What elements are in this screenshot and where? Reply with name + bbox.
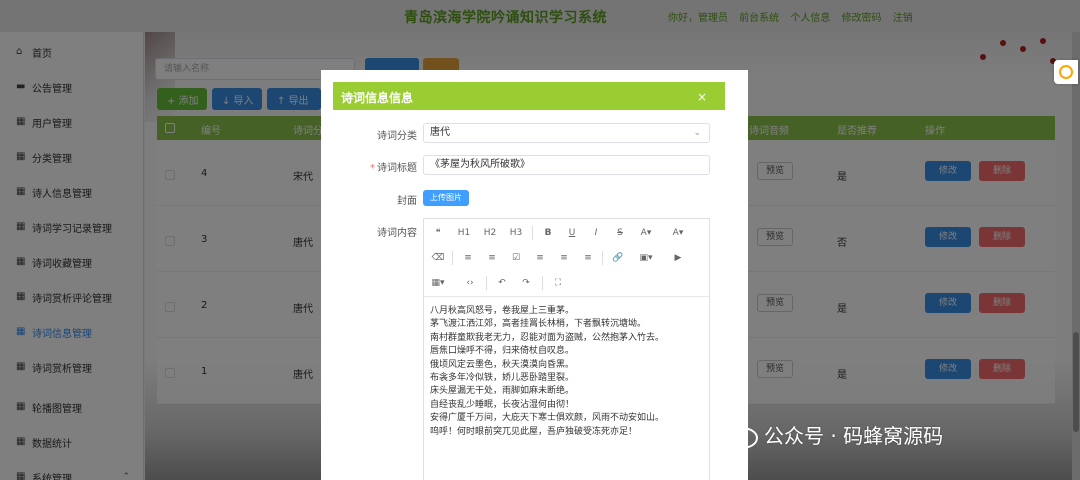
content-line: 茅飞渡江洒江郊，高者挂罥长林梢，下者飘转沉塘坳。 (430, 319, 647, 330)
redo-icon[interactable]: ↷ (516, 275, 536, 291)
chevron-down-icon: ⌄ (693, 128, 701, 138)
poem-info-dialog: 诗词信息信息 × 诗词分类 唐代 ⌄ * 诗词标题 《茅屋为秋风所破歌》 封面 上… (321, 70, 748, 480)
table-icon[interactable]: ▦▾ (428, 275, 448, 291)
bold-icon[interactable]: B (538, 225, 558, 241)
title-label: * 诗词标题 (370, 163, 417, 174)
h1-button[interactable]: H1 (454, 225, 474, 241)
fullscreen-icon[interactable]: ⛶ (548, 275, 568, 291)
cover-label: 封面 (397, 196, 417, 207)
content-line: 呜呼！何时眼前突兀见此屋，吾庐独破受冻死亦足！ (430, 426, 638, 437)
title-input[interactable]: 《茅屋为秋风所破歌》 (423, 155, 710, 175)
align-left-icon[interactable]: ≡ (530, 250, 550, 266)
video-icon[interactable]: ▶ (668, 250, 688, 266)
background-color-icon[interactable]: A▾ (668, 225, 688, 241)
category-select-value: 唐代 (430, 127, 450, 138)
italic-icon[interactable]: I (586, 225, 606, 241)
content-line: 南村群童欺我老无力，忍能对面为盗贼，公然抱茅入竹去。 (430, 332, 665, 343)
upload-image-button[interactable]: 上传图片 (423, 190, 469, 206)
editor-toolbar: ❝ H1 H2 H3 B U I S A▾ A▾ ⌫ ≡ ≡ ☑ ≡ ≡ ≡ 🔗… (424, 219, 709, 297)
strikethrough-icon[interactable]: S (610, 225, 630, 241)
editor-content[interactable]: 八月秋高风怒号，卷我屋上三重茅。 茅飞渡江洒江郊，高者挂罥长林梢，下者飘转沉塘坳… (430, 305, 705, 439)
floating-helper-icon[interactable] (1054, 60, 1078, 84)
h3-button[interactable]: H3 (506, 225, 526, 241)
quote-icon[interactable]: ❝ (428, 225, 448, 241)
category-label: 诗词分类 (377, 131, 417, 142)
close-icon[interactable]: × (697, 90, 707, 104)
link-icon[interactable]: 🔗 (608, 250, 628, 266)
content-line: 床头屋漏无干处，雨脚如麻未断绝。 (430, 386, 575, 397)
content-line: 俄顷风定云墨色，秋天漠漠向昏黑。 (430, 359, 575, 370)
code-icon[interactable]: ‹› (460, 275, 480, 291)
content-line: 自经丧乱少睡眠，长夜沾湿何由彻！ (430, 399, 575, 410)
content-line: 安得广厦千万间，大庇天下寒士俱欢颜，风雨不动安如山。 (430, 413, 665, 424)
rich-text-editor[interactable]: ❝ H1 H2 H3 B U I S A▾ A▾ ⌫ ≡ ≡ ☑ ≡ ≡ ≡ 🔗… (423, 218, 710, 480)
numbered-list-icon[interactable]: ≡ (482, 250, 502, 266)
font-color-icon[interactable]: A▾ (636, 225, 656, 241)
todo-icon[interactable]: ☑ (506, 250, 526, 266)
wechat-icon (726, 426, 758, 449)
content-label: 诗词内容 (377, 228, 417, 239)
underline-icon[interactable]: U (562, 225, 582, 241)
h2-button[interactable]: H2 (480, 225, 500, 241)
category-select[interactable]: 唐代 ⌄ (423, 123, 710, 143)
dialog-title: 诗词信息信息 (341, 91, 414, 105)
align-center-icon[interactable]: ≡ (554, 250, 574, 266)
content-line: 布衾多年冷似铁，娇儿恶卧踏里裂。 (430, 373, 575, 384)
content-line: 八月秋高风怒号，卷我屋上三重茅。 (430, 306, 575, 316)
align-right-icon[interactable]: ≡ (578, 250, 598, 266)
clear-format-icon[interactable]: ⌫ (428, 250, 448, 266)
content-line: 唇焦口燥呼不得，归来倚杖自叹息。 (430, 346, 575, 357)
bullet-list-icon[interactable]: ≡ (458, 250, 478, 266)
dialog-header: 诗词信息信息 × (333, 82, 725, 110)
image-icon[interactable]: ▣▾ (636, 250, 656, 266)
watermark: 公众号 · 码蜂窝源码 (726, 420, 943, 449)
undo-icon[interactable]: ↶ (492, 275, 512, 291)
